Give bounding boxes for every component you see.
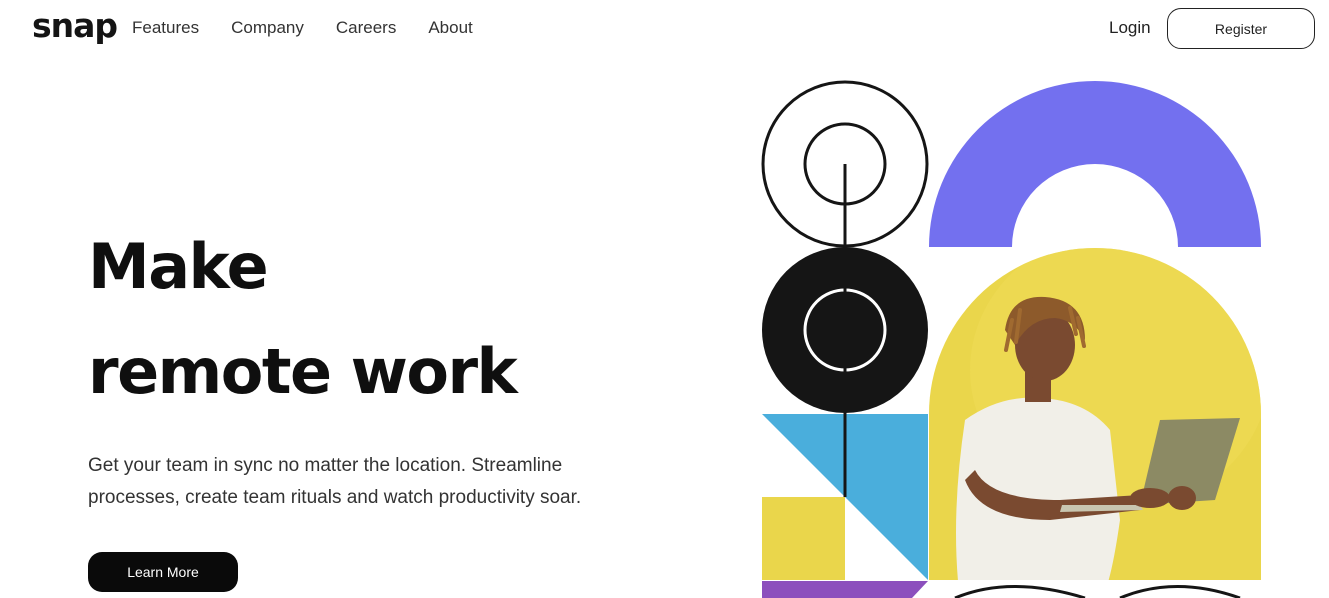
outline-circle-graphic <box>761 80 929 248</box>
register-button[interactable]: Register <box>1167 8 1315 49</box>
login-link[interactable]: Login <box>1109 17 1151 39</box>
bottom-arcs-graphic <box>954 585 1241 598</box>
nav-about[interactable]: About <box>428 17 472 39</box>
landing-page: snap Features Company Careers About Logi… <box>0 0 1329 598</box>
hero-title-line-1: Make <box>88 230 269 303</box>
purple-arch-graphic <box>929 81 1261 247</box>
hero-subtitle: Get your team in sync no matter the loca… <box>88 455 582 508</box>
nav-company[interactable]: Company <box>231 17 304 39</box>
main-nav: Features Company Careers About <box>132 17 505 39</box>
nav-careers[interactable]: Careers <box>336 17 396 39</box>
person-photo <box>929 248 1261 580</box>
black-circle-graphic <box>762 247 928 413</box>
blue-triangle-graphic <box>762 414 928 580</box>
learn-more-button[interactable]: Learn More <box>88 552 238 592</box>
hero-title-line-2: remote work <box>88 335 518 408</box>
nav-features[interactable]: Features <box>132 17 199 39</box>
violet-bar-graphic <box>762 581 928 598</box>
yellow-square-graphic <box>762 497 845 580</box>
snap-logo[interactable]: snap <box>32 6 118 46</box>
